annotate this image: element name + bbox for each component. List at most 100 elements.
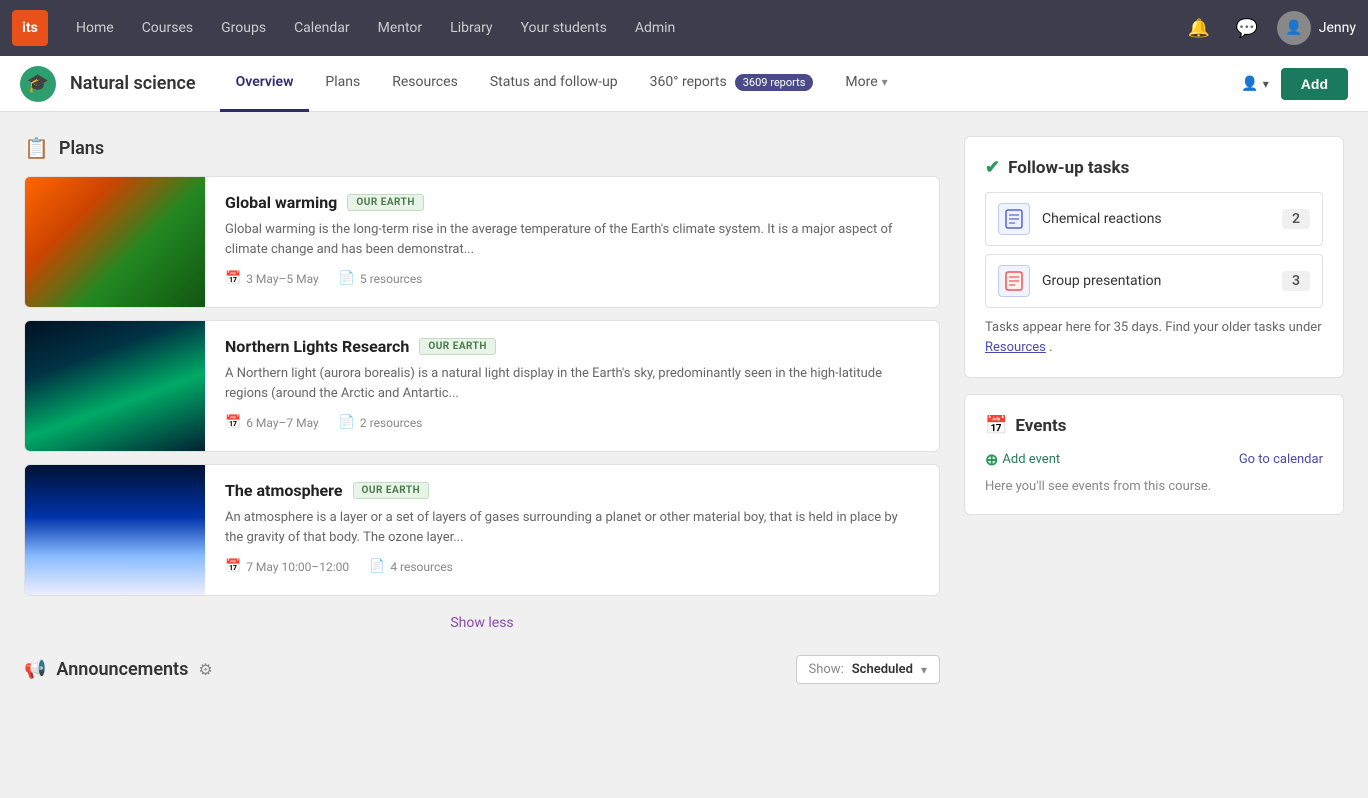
- show-less-row: Show less: [24, 612, 940, 631]
- reports-container: 360° reports 3609 reports: [650, 74, 814, 91]
- events-title: 📅 Events: [985, 415, 1323, 436]
- tab-360-reports[interactable]: 360° reports 3609 reports: [634, 56, 830, 112]
- tab-more[interactable]: More ▾: [829, 56, 903, 112]
- top-nav-links: Home Courses Groups Calendar Mentor Libr…: [64, 12, 1181, 44]
- calendar-icon-1: 📅: [225, 271, 241, 286]
- events-actions: ⊕ Add event Go to calendar: [985, 450, 1323, 469]
- followup-section: ✔ Follow-up tasks Chemical reactions 2: [964, 136, 1344, 378]
- tab-overview[interactable]: Overview: [220, 56, 310, 112]
- plan-resources-1: 📄 5 resources: [339, 271, 423, 286]
- main-content: 📋 Plans Global warming OUR EARTH Global …: [0, 112, 1368, 708]
- add-button[interactable]: Add: [1281, 68, 1348, 100]
- plan-card-atmosphere[interactable]: The atmosphere OUR EARTH An atmosphere i…: [24, 464, 940, 596]
- task-item-group-presentation[interactable]: Group presentation 3: [985, 254, 1323, 308]
- plan-desc-1: Global warming is the long-term rise in …: [225, 220, 919, 259]
- events-section: 📅 Events ⊕ Add event Go to calendar Here…: [964, 394, 1344, 515]
- dropdown-chevron: ▾: [921, 663, 927, 677]
- nav-library[interactable]: Library: [438, 12, 504, 44]
- course-icon: 🎓: [20, 66, 56, 102]
- show-less-link[interactable]: Show less: [450, 615, 513, 631]
- task-count-1: 2: [1282, 209, 1310, 229]
- reports-badge: 3609 reports: [735, 74, 814, 91]
- secondary-nav-right: 👤 ▾ Add: [1241, 68, 1348, 100]
- plan-card-northern-lights[interactable]: Northern Lights Research OUR EARTH A Nor…: [24, 320, 940, 452]
- task-item-chemical-reactions[interactable]: Chemical reactions 2: [985, 192, 1323, 246]
- nav-groups[interactable]: Groups: [209, 12, 278, 44]
- tab-status-followup[interactable]: Status and follow-up: [474, 56, 634, 112]
- plans-title: Plans: [59, 138, 104, 159]
- nav-your-students[interactable]: Your students: [509, 12, 619, 44]
- plan-title-row-2: Northern Lights Research OUR EARTH: [225, 337, 919, 356]
- events-calendar-icon: 📅: [985, 415, 1007, 436]
- tab-plans[interactable]: Plans: [309, 56, 376, 112]
- calendar-icon-3: 📅: [225, 559, 241, 574]
- task-count-2: 3: [1282, 271, 1310, 291]
- file-icon-3: 📄: [369, 559, 385, 574]
- thumb-image-1: [25, 177, 205, 307]
- plan-card-global-warming[interactable]: Global warming OUR EARTH Global warming …: [24, 176, 940, 308]
- show-label: Show:: [809, 662, 844, 677]
- plan-thumb-1: [25, 177, 205, 307]
- plan-info-1: Global warming OUR EARTH Global warming …: [205, 177, 939, 307]
- announcements-icon: 📢: [24, 659, 46, 680]
- top-nav-right: 🔔 💬 👤 Jenny: [1181, 10, 1356, 46]
- announcements-header: 📢 Announcements ⚙ Show: Scheduled ▾: [24, 655, 940, 684]
- thumb-image-2: [25, 321, 205, 451]
- task-icon-1: [998, 203, 1030, 235]
- show-dropdown[interactable]: Show: Scheduled ▾: [796, 655, 940, 684]
- gear-icon[interactable]: ⚙: [198, 660, 212, 679]
- task-name-2: Group presentation: [1042, 273, 1282, 289]
- thumb-image-3: [25, 465, 205, 595]
- plan-tag-3: OUR EARTH: [353, 482, 430, 499]
- plan-date-3: 📅 7 May 10:00–12:00: [225, 559, 349, 574]
- nav-admin[interactable]: Admin: [623, 12, 687, 44]
- events-empty-text: Here you'll see events from this course.: [985, 479, 1323, 494]
- its-logo[interactable]: its: [12, 10, 48, 46]
- secondary-nav-tabs: Overview Plans Resources Status and foll…: [220, 56, 1242, 112]
- user-name: Jenny: [1319, 20, 1356, 36]
- messages-button[interactable]: 💬: [1229, 10, 1265, 46]
- plan-meta-2: 📅 6 May–7 May 📄 2 resources: [225, 415, 919, 430]
- nav-calendar[interactable]: Calendar: [282, 12, 362, 44]
- user-menu[interactable]: 👤 Jenny: [1277, 11, 1356, 45]
- add-event-link[interactable]: ⊕ Add event: [985, 450, 1060, 469]
- announcements-title: Announcements: [56, 659, 188, 680]
- check-icon: ✔: [985, 157, 1000, 178]
- task-name-1: Chemical reactions: [1042, 211, 1282, 227]
- left-panel: 📋 Plans Global warming OUR EARTH Global …: [24, 136, 940, 684]
- plan-meta-1: 📅 3 May–5 May 📄 5 resources: [225, 271, 919, 286]
- show-value: Scheduled: [852, 662, 913, 677]
- notifications-button[interactable]: 🔔: [1181, 10, 1217, 46]
- user-filter-button[interactable]: 👤 ▾: [1241, 76, 1268, 92]
- go-to-calendar-link[interactable]: Go to calendar: [1239, 452, 1323, 467]
- plan-resources-2: 📄 2 resources: [339, 415, 423, 430]
- resources-link[interactable]: Resources: [985, 340, 1046, 355]
- nav-home[interactable]: Home: [64, 12, 126, 44]
- secondary-navigation: 🎓 Natural science Overview Plans Resourc…: [0, 56, 1368, 112]
- plan-desc-2: A Northern light (aurora borealis) is a …: [225, 364, 919, 403]
- plan-date-2: 📅 6 May–7 May: [225, 415, 319, 430]
- right-panel: ✔ Follow-up tasks Chemical reactions 2: [964, 136, 1344, 684]
- plan-thumb-2: [25, 321, 205, 451]
- avatar: 👤: [1277, 11, 1311, 45]
- course-title: Natural science: [70, 73, 196, 94]
- followup-title: ✔ Follow-up tasks: [985, 157, 1323, 178]
- plan-desc-3: An atmosphere is a layer or a set of lay…: [225, 508, 919, 547]
- tasks-note: Tasks appear here for 35 days. Find your…: [985, 318, 1323, 357]
- plan-title-row-1: Global warming OUR EARTH: [225, 193, 919, 212]
- plans-section-header: 📋 Plans: [24, 136, 940, 160]
- nav-mentor[interactable]: Mentor: [366, 12, 435, 44]
- plan-info-3: The atmosphere OUR EARTH An atmosphere i…: [205, 465, 939, 595]
- plan-title-2: Northern Lights Research: [225, 337, 409, 356]
- nav-courses[interactable]: Courses: [130, 12, 205, 44]
- tab-resources[interactable]: Resources: [376, 56, 474, 112]
- top-navigation: its Home Courses Groups Calendar Mentor …: [0, 0, 1368, 56]
- add-event-plus-icon: ⊕: [985, 450, 998, 469]
- plans-icon: 📋: [24, 136, 49, 160]
- file-icon-2: 📄: [339, 415, 355, 430]
- plan-title-1: Global warming: [225, 193, 337, 212]
- plan-resources-3: 📄 4 resources: [369, 559, 453, 574]
- file-icon-1: 📄: [339, 271, 355, 286]
- announcements-right: Show: Scheduled ▾: [796, 655, 940, 684]
- task-icon-2: [998, 265, 1030, 297]
